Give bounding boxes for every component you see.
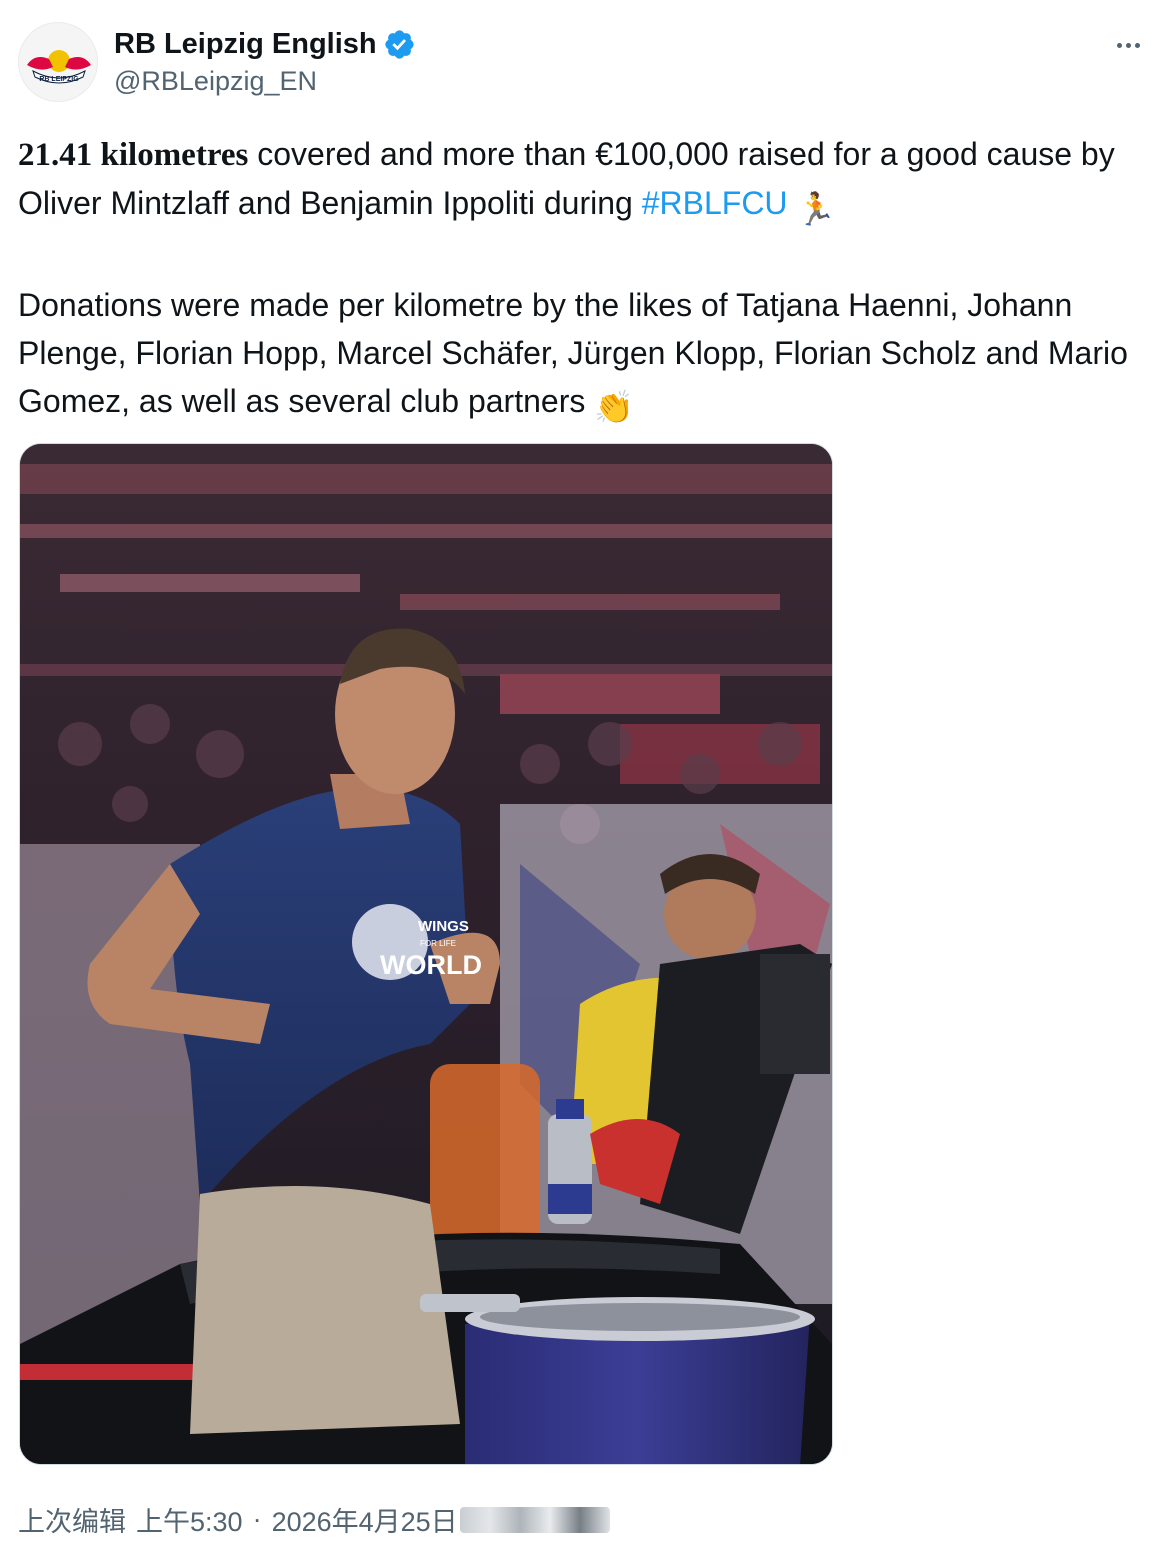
more-dot-icon <box>1116 42 1122 48</box>
avatar-logo-text: RB LEIPZIG <box>39 76 79 83</box>
verified-badge-icon <box>385 29 414 59</box>
tweet-text: 21.41 kilometres covered and more than €… <box>18 130 1138 431</box>
footer-separator: · <box>252 1504 262 1534</box>
shirt-logo-top: WINGS <box>418 918 469 935</box>
runner-emoji-icon: 🏃 <box>796 191 837 227</box>
shirt-logo-mid: FOR LIFE <box>420 939 456 948</box>
display-name[interactable]: RB Leipzig English <box>114 28 377 61</box>
tweet-header: RB LEIPZIG RB Leipzig English @RBLeipzig… <box>18 22 1154 104</box>
more-dot-icon <box>1125 42 1131 48</box>
tweet-date[interactable]: 2026年4月25日 <box>272 1500 458 1539</box>
tweet-body-2: Donations were made per kilometre by the… <box>18 287 1128 419</box>
clap-emoji-icon: 👏 <box>594 389 635 425</box>
avatar[interactable]: RB LEIPZIG <box>18 22 98 102</box>
tweet-footer: 上次编辑 上午5:30 · 2026年4月25日 <box>18 1500 610 1539</box>
rb-leipzig-logo-icon: RB LEIPZIG <box>19 23 97 101</box>
edited-label[interactable]: 上次编辑 <box>18 1500 126 1539</box>
tweet-time[interactable]: 上午5:30 <box>136 1500 243 1539</box>
display-name-row: RB Leipzig English <box>114 24 416 64</box>
hashtag-link[interactable]: #RBLFCU <box>642 185 788 221</box>
tweet-paragraph-1: 21.41 kilometres covered and more than €… <box>18 130 1138 233</box>
tweet-photo[interactable]: WINGS FOR LIFE WORLD <box>19 443 833 1465</box>
distance-highlight: 21.41 kilometres <box>18 137 249 173</box>
shirt-logo-bottom: WORLD <box>380 950 482 980</box>
more-dot-icon <box>1134 42 1140 48</box>
tweet-paragraph-2: Donations were made per kilometre by the… <box>18 281 1138 431</box>
author-names: RB Leipzig English @RBLeipzig_EN <box>114 24 416 97</box>
more-options-button[interactable] <box>1108 30 1148 60</box>
handle[interactable]: @RBLeipzig_EN <box>114 66 416 97</box>
photo-treadmill-runner-icon: WINGS FOR LIFE WORLD <box>20 444 832 1464</box>
redacted-block <box>459 1506 610 1533</box>
